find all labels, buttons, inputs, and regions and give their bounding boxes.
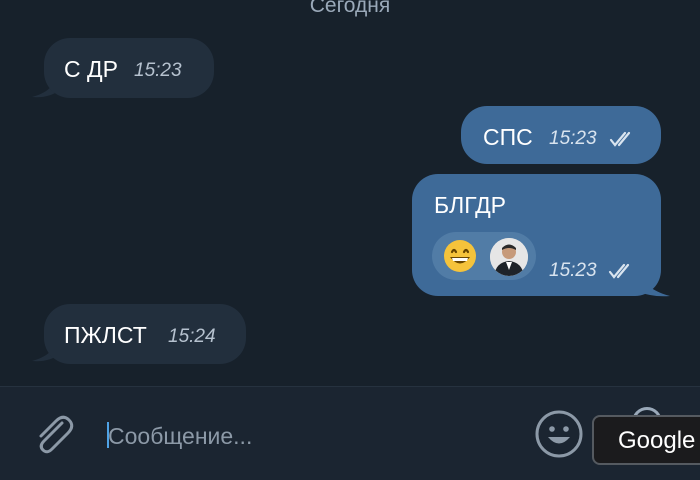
grinning-face-emoji-icon <box>444 240 476 272</box>
message-time: 15:24 <box>168 326 216 347</box>
message-text: СПС <box>483 124 533 150</box>
message-time: 15:23 <box>549 260 597 281</box>
message-time: 15:23 <box>549 128 597 149</box>
chat-history[interactable]: Сегодня С ДР 15:23 СПС 15:23 БЛГДР 15:23… <box>0 0 700 386</box>
message-text: С ДР <box>64 56 118 82</box>
message-bubble-outgoing[interactable]: СПС 15:23 <box>461 106 661 164</box>
tooltip: Google <box>592 415 700 465</box>
date-separator: Сегодня <box>309 0 391 17</box>
double-check-icon <box>608 263 630 279</box>
message-bubble-incoming[interactable]: ПЖЛСТ 15:24 <box>44 304 246 364</box>
smiley-icon[interactable] <box>533 408 585 460</box>
message-text: БЛГДР <box>434 192 507 218</box>
message-time: 15:23 <box>134 60 182 81</box>
message-input[interactable] <box>108 421 508 451</box>
message-bubble-incoming[interactable]: С ДР 15:23 <box>44 38 214 98</box>
reaction-chip[interactable] <box>432 232 536 280</box>
paperclip-icon[interactable] <box>28 409 78 459</box>
message-text: ПЖЛСТ <box>64 322 147 348</box>
message-bubble-outgoing[interactable]: БЛГДР 15:23 <box>412 174 661 296</box>
text-cursor <box>107 422 109 448</box>
avatar <box>490 238 528 276</box>
double-check-icon <box>609 131 631 147</box>
